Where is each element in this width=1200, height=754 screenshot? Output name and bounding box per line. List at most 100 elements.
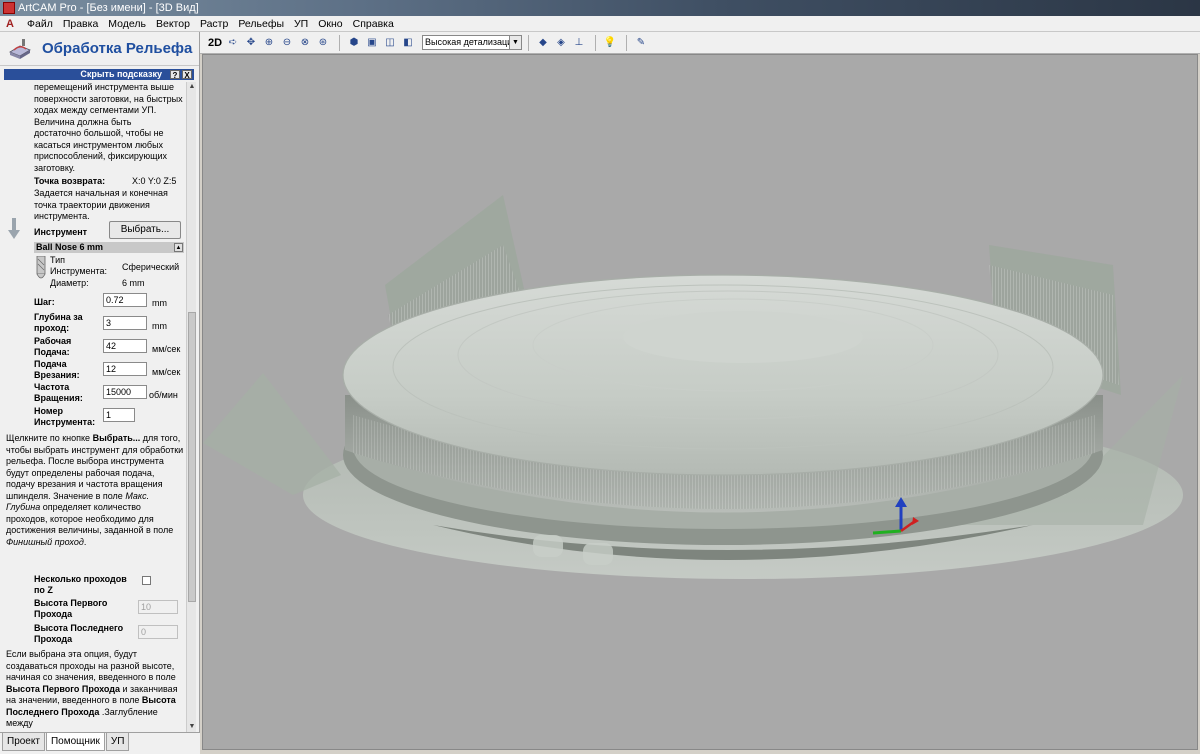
panel-scrollbar[interactable]: ▲ ▼ — [186, 82, 196, 732]
return-point-hint: Задается начальная и конечная точка трае… — [34, 188, 184, 223]
label-line: Высота Последнего — [34, 623, 124, 633]
hide-hint-bar[interactable]: Скрыть подсказку ? X — [4, 69, 194, 80]
menu-model[interactable]: Модель — [103, 16, 151, 32]
relief-3d-model[interactable] — [203, 55, 1198, 750]
scroll-down-icon[interactable]: ▼ — [187, 722, 197, 732]
shaded-view-icon[interactable]: ◆ — [535, 35, 551, 51]
step-input[interactable]: 0.72 — [103, 293, 147, 307]
multiple-z-passes-checkbox[interactable] — [142, 576, 151, 585]
feed-unit: мм/сек — [152, 344, 181, 354]
zoom-in-icon[interactable]: ⊕ — [261, 35, 277, 51]
diameter-label: Диаметр: — [50, 278, 89, 288]
axes-toggle-icon[interactable]: ⊥ — [571, 35, 587, 51]
hint-line: точка траектории движения — [34, 199, 150, 210]
top-view-icon[interactable]: ▣ — [364, 35, 380, 51]
view-2d-button[interactable]: 2D — [207, 35, 223, 51]
hint-line: Величина должна быть — [34, 116, 132, 127]
scroll-up-icon[interactable]: ▲ — [187, 82, 197, 92]
collapse-arrow-icon[interactable]: ▲ — [174, 243, 183, 252]
multiple-z-passes-label: Несколько проходов по Z — [34, 574, 127, 595]
plunge-label: Подача Врезания: — [34, 359, 80, 380]
select-tool-description: Щелкните по кнопке Выбрать... для того, … — [6, 433, 184, 547]
tool-name-bar[interactable]: Ball Nose 6 mm ▲ — [34, 242, 184, 253]
feed-rate-input[interactable]: 42 — [103, 339, 147, 353]
artcam-menu-icon[interactable]: A — [4, 18, 16, 30]
label-line: Инструмента: — [34, 416, 96, 427]
menu-edit[interactable]: Правка — [58, 16, 103, 32]
menu-window[interactable]: Окно — [313, 16, 347, 32]
hint-line: касаться инструментом любых — [34, 139, 164, 150]
safe-z-hint-text: перемещений инструмента выше поверхности… — [34, 82, 184, 174]
select-arrow-icon[interactable]: ➪ — [225, 35, 241, 51]
menu-bitmap[interactable]: Растр — [195, 16, 233, 32]
tab-assistant[interactable]: Помощник — [45, 733, 105, 751]
hint-line: ходах между сегментами УП. — [34, 105, 157, 115]
ball-nose-tool-icon — [36, 256, 46, 279]
first-pass-height-input[interactable]: 10 — [138, 600, 178, 614]
zoom-out-icon[interactable]: ⊖ — [279, 35, 295, 51]
bottom-tab-bar: Проект Помощник УП — [0, 732, 200, 754]
disk-top — [343, 275, 1103, 475]
chevron-down-icon[interactable]: ▼ — [509, 36, 521, 49]
menu-vector[interactable]: Вектор — [151, 16, 195, 32]
pan-icon[interactable]: ✥ — [243, 35, 259, 51]
label-line: проход: — [34, 322, 70, 333]
wireframe-view-icon[interactable]: ◈ — [553, 35, 569, 51]
zoom-box-icon[interactable]: ⊗ — [297, 35, 313, 51]
select-tool-button[interactable]: Выбрать... — [109, 221, 181, 239]
last-pass-height-label: Высота Последнего Прохода — [34, 623, 123, 644]
toolpath-preview-icon[interactable]: ✎ — [633, 35, 649, 51]
relief-machining-panel: Обработка Рельефа Скрыть подсказку ? X п… — [0, 32, 200, 754]
label-line: Подача — [34, 359, 67, 369]
step-label: Шаг: — [34, 297, 55, 307]
close-icon[interactable]: X — [182, 70, 192, 80]
disk-top-center — [623, 311, 863, 363]
left-front-sheet — [203, 373, 341, 495]
menu-file[interactable]: Файл — [22, 16, 58, 32]
zoom-all-icon[interactable]: ⊛ — [315, 35, 331, 51]
hint-line: поверхности заготовки, на быстрых — [34, 93, 183, 104]
front-view-icon[interactable]: ◫ — [382, 35, 398, 51]
toolbar-separator — [339, 34, 340, 51]
toolbar-separator — [528, 34, 529, 51]
spindle-unit: об/мин — [149, 390, 178, 400]
menu-toolpaths[interactable]: УП — [289, 16, 313, 32]
toolbar-separator — [626, 34, 627, 51]
feed-label: Рабочая Подача: — [34, 336, 71, 357]
hint-line: достаточно большой, чтобы не — [34, 128, 164, 138]
panel-header: Обработка Рельефа — [0, 32, 199, 66]
label-line: Номер — [34, 406, 64, 416]
tab-toolpaths[interactable]: УП — [105, 733, 130, 751]
side-view-icon[interactable]: ◧ — [400, 35, 416, 51]
window-title: ArtCAM Pro - [Без имени] - [3D Вид] — [18, 2, 199, 14]
toolbar-separator — [595, 34, 596, 51]
scrollbar-thumb[interactable] — [188, 312, 196, 602]
help-icon[interactable]: ? — [170, 70, 180, 80]
return-point-label: Точка возврата: — [34, 176, 106, 186]
tool-label: Инструмент — [34, 227, 88, 237]
depth-label: Глубина за проход: — [34, 312, 83, 333]
hint-line: заготовку. — [34, 162, 75, 173]
label-line: Вращения: — [34, 392, 83, 403]
spindle-speed-input[interactable]: 15000 — [103, 385, 147, 399]
title-bar: ArtCAM Pro - [Без имени] - [3D Вид] — [0, 0, 1200, 16]
hide-hint-label[interactable]: Скрыть подсказку — [80, 69, 162, 80]
detail-level-select[interactable]: Высокая детализация ▼ — [422, 35, 522, 50]
menu-bar: A Файл Правка Модель Вектор Растр Рельеф… — [0, 16, 1200, 32]
light-bulb-icon[interactable]: 💡 — [602, 35, 618, 51]
tool-type-label: Тип Инструмента: — [50, 255, 108, 276]
panel-title: Обработка Рельефа — [42, 40, 193, 57]
iso-view-icon[interactable]: ⬢ — [346, 35, 362, 51]
last-pass-height-input[interactable]: 0 — [138, 625, 178, 639]
tab-project[interactable]: Проект — [2, 733, 45, 751]
3d-viewport[interactable] — [202, 54, 1198, 750]
menu-help[interactable]: Справка — [348, 16, 399, 32]
plunge-rate-input[interactable]: 12 — [103, 362, 147, 376]
tool-number-label: Номер Инструмента: — [34, 406, 95, 427]
depth-per-pass-input[interactable]: 3 — [103, 316, 147, 330]
label-line: Высота Первого — [34, 598, 108, 608]
label-line: Частота — [34, 382, 70, 392]
tool-number-input[interactable]: 1 — [103, 408, 135, 422]
label-line: Врезания: — [34, 369, 80, 380]
menu-reliefs[interactable]: Рельефы — [233, 16, 289, 32]
